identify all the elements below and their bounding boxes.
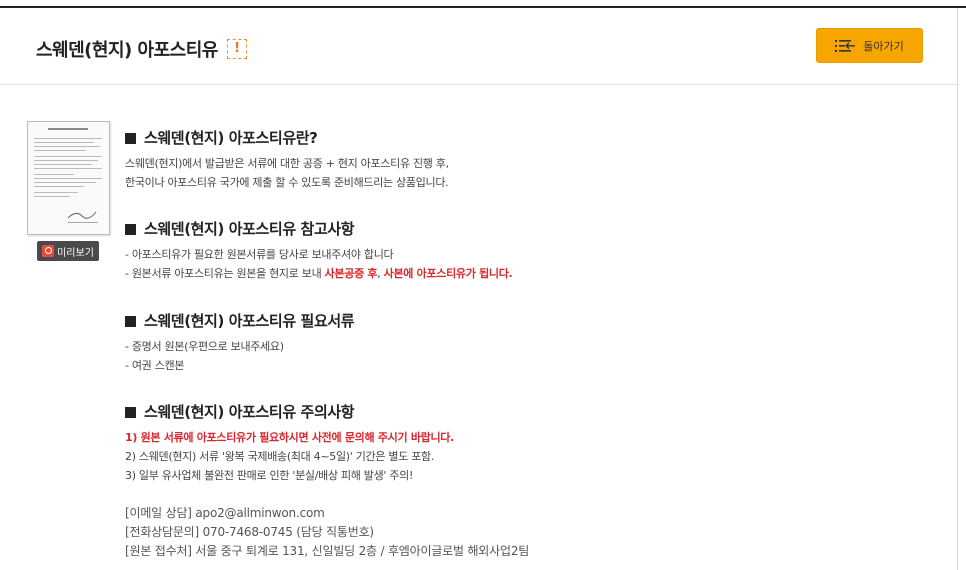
- warning-icon[interactable]: !: [226, 39, 247, 59]
- description-line: 스웨덴(현지)에서 발급받은 서류에 대한 공증 + 현지 아포스티유 진행 후…: [125, 157, 449, 170]
- description-line-highlighted: - 원본서류 아포스티유는 원본을 현지로 보내 사본공증 후, 사본에 아포스…: [125, 267, 513, 280]
- document-thumbnail[interactable]: [27, 121, 110, 235]
- right-border: [957, 8, 958, 570]
- contact-phone: [전화상담문의] 070-7468-0745 (담당 직통번호): [125, 525, 374, 539]
- page-header: 스웨덴(현지) 아포스티유 ! 돌아가기: [0, 8, 958, 85]
- preview-button[interactable]: 미리보기: [37, 241, 99, 261]
- caution-line: 2) 스웨덴(현지) 서류 '왕복 국제배송(최대 4~5일)' 기간은 별도 …: [125, 450, 435, 463]
- description-line: 한국이나 아포스티유 국가에 제출 할 수 있도록 준비해드리는 상품입니다.: [125, 176, 449, 189]
- caution-line: 3) 일부 유사업체 불완전 판매로 인한 '분실/배상 피해 발생' 주의!: [125, 469, 414, 482]
- highlight-text: 사본에 아포스티유가 됩니다.: [383, 267, 513, 280]
- section-title: 스웨덴(현지) 아포스티유 필요서류: [125, 311, 355, 331]
- back-button[interactable]: 돌아가기: [816, 28, 923, 63]
- description-line: - 여권 스캔본: [125, 359, 185, 372]
- page-title: 스웨덴(현지) 아포스티유 !: [36, 36, 247, 62]
- caution-line-important: 1) 원본 서류에 아포스티유가 필요하시면 사전에 문의해 주시기 바랍니다.: [125, 431, 454, 444]
- section-required-documents: 스웨덴(현지) 아포스티유 필요서류 - 증명서 원본(우편으로 보내주세요) …: [125, 311, 355, 375]
- square-bullet-icon: [125, 407, 136, 418]
- section-title: 스웨덴(현지) 아포스티유 주의사항: [125, 402, 454, 422]
- back-button-label: 돌아가기: [863, 39, 904, 53]
- page-title-text: 스웨덴(현지) 아포스티유: [36, 40, 218, 61]
- description-line: - 증명서 원본(우편으로 보내주세요): [125, 340, 284, 353]
- section-notes: 스웨덴(현지) 아포스티유 참고사항 - 아포스티유가 필요한 원본서류를 당사…: [125, 219, 513, 283]
- contact-email[interactable]: [이메일 상담] apo2@allminwon.com: [125, 504, 529, 523]
- section-title: 스웨덴(현지) 아포스티유란?: [125, 128, 449, 148]
- magnifier-icon: [42, 245, 55, 257]
- square-bullet-icon: [125, 224, 136, 235]
- preview-button-label: 미리보기: [57, 247, 94, 259]
- square-bullet-icon: [125, 133, 136, 144]
- section-overview: 스웨덴(현지) 아포스티유란? 스웨덴(현지)에서 발급받은 서류에 대한 공증…: [125, 128, 449, 192]
- document-preview-image: [34, 128, 102, 223]
- contact-address: [원본 접수처] 서울 중구 퇴계로 131, 신일빌딩 2층 / 후엠아이글로…: [125, 544, 530, 558]
- description-line: - 아포스티유가 필요한 원본서류를 당사로 보내주셔야 합니다: [125, 248, 394, 261]
- contact-info: [이메일 상담] apo2@allminwon.com [전화상담문의] 070…: [125, 504, 529, 561]
- list-back-icon: [835, 39, 856, 52]
- section-title: 스웨덴(현지) 아포스티유 참고사항: [125, 219, 512, 239]
- square-bullet-icon: [125, 316, 136, 327]
- highlight-text: 사본공증 후: [324, 267, 378, 280]
- section-cautions: 스웨덴(현지) 아포스티유 주의사항 1) 원본 서류에 아포스티유가 필요하시…: [125, 402, 454, 485]
